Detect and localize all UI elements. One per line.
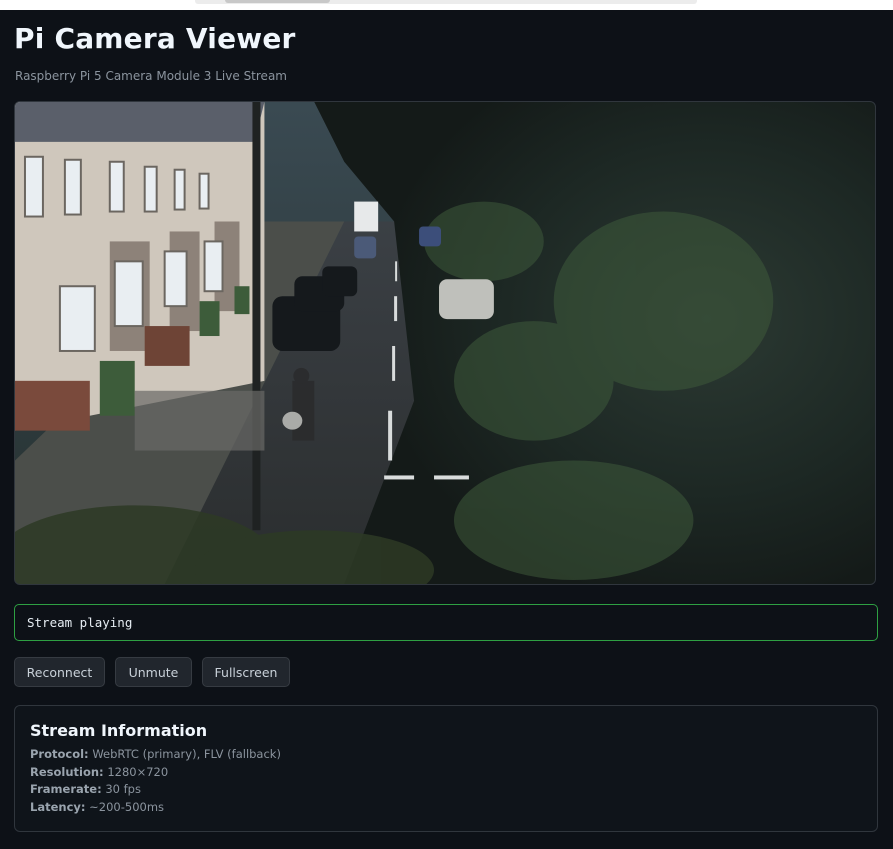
reconnect-button[interactable]: Reconnect	[14, 657, 105, 687]
info-key: Resolution:	[30, 764, 104, 779]
info-row-latency: Latency: ~200-500ms	[30, 799, 862, 817]
info-key: Protocol:	[30, 747, 89, 761]
unmute-button[interactable]: Unmute	[115, 657, 192, 687]
info-value: ~200-500ms	[89, 799, 165, 814]
info-value: 30 fps	[105, 782, 141, 796]
stream-info-card: Stream Information Protocol: WebRTC (pri…	[14, 705, 878, 832]
camera-feed-image	[15, 102, 875, 584]
info-key: Latency:	[30, 799, 86, 814]
scrollbar-thumb[interactable]	[225, 0, 330, 3]
info-key: Framerate:	[30, 782, 102, 796]
page-title: Pi Camera Viewer	[14, 22, 296, 55]
fullscreen-button[interactable]: Fullscreen	[202, 657, 290, 687]
info-value: 1280×720	[107, 764, 169, 779]
info-row-resolution: Resolution: 1280×720	[30, 764, 862, 782]
browser-top-strip	[0, 0, 893, 10]
info-value: WebRTC (primary), FLV (fallback)	[92, 747, 281, 761]
info-row-framerate: Framerate: 30 fps	[30, 781, 862, 799]
video-player[interactable]	[14, 101, 876, 585]
stream-info-title: Stream Information	[30, 721, 208, 740]
stream-status: Stream playing	[14, 604, 878, 641]
info-row-protocol: Protocol: WebRTC (primary), FLV (fallbac…	[30, 746, 862, 764]
page-subtitle: Raspberry Pi 5 Camera Module 3 Live Stre…	[15, 69, 287, 83]
